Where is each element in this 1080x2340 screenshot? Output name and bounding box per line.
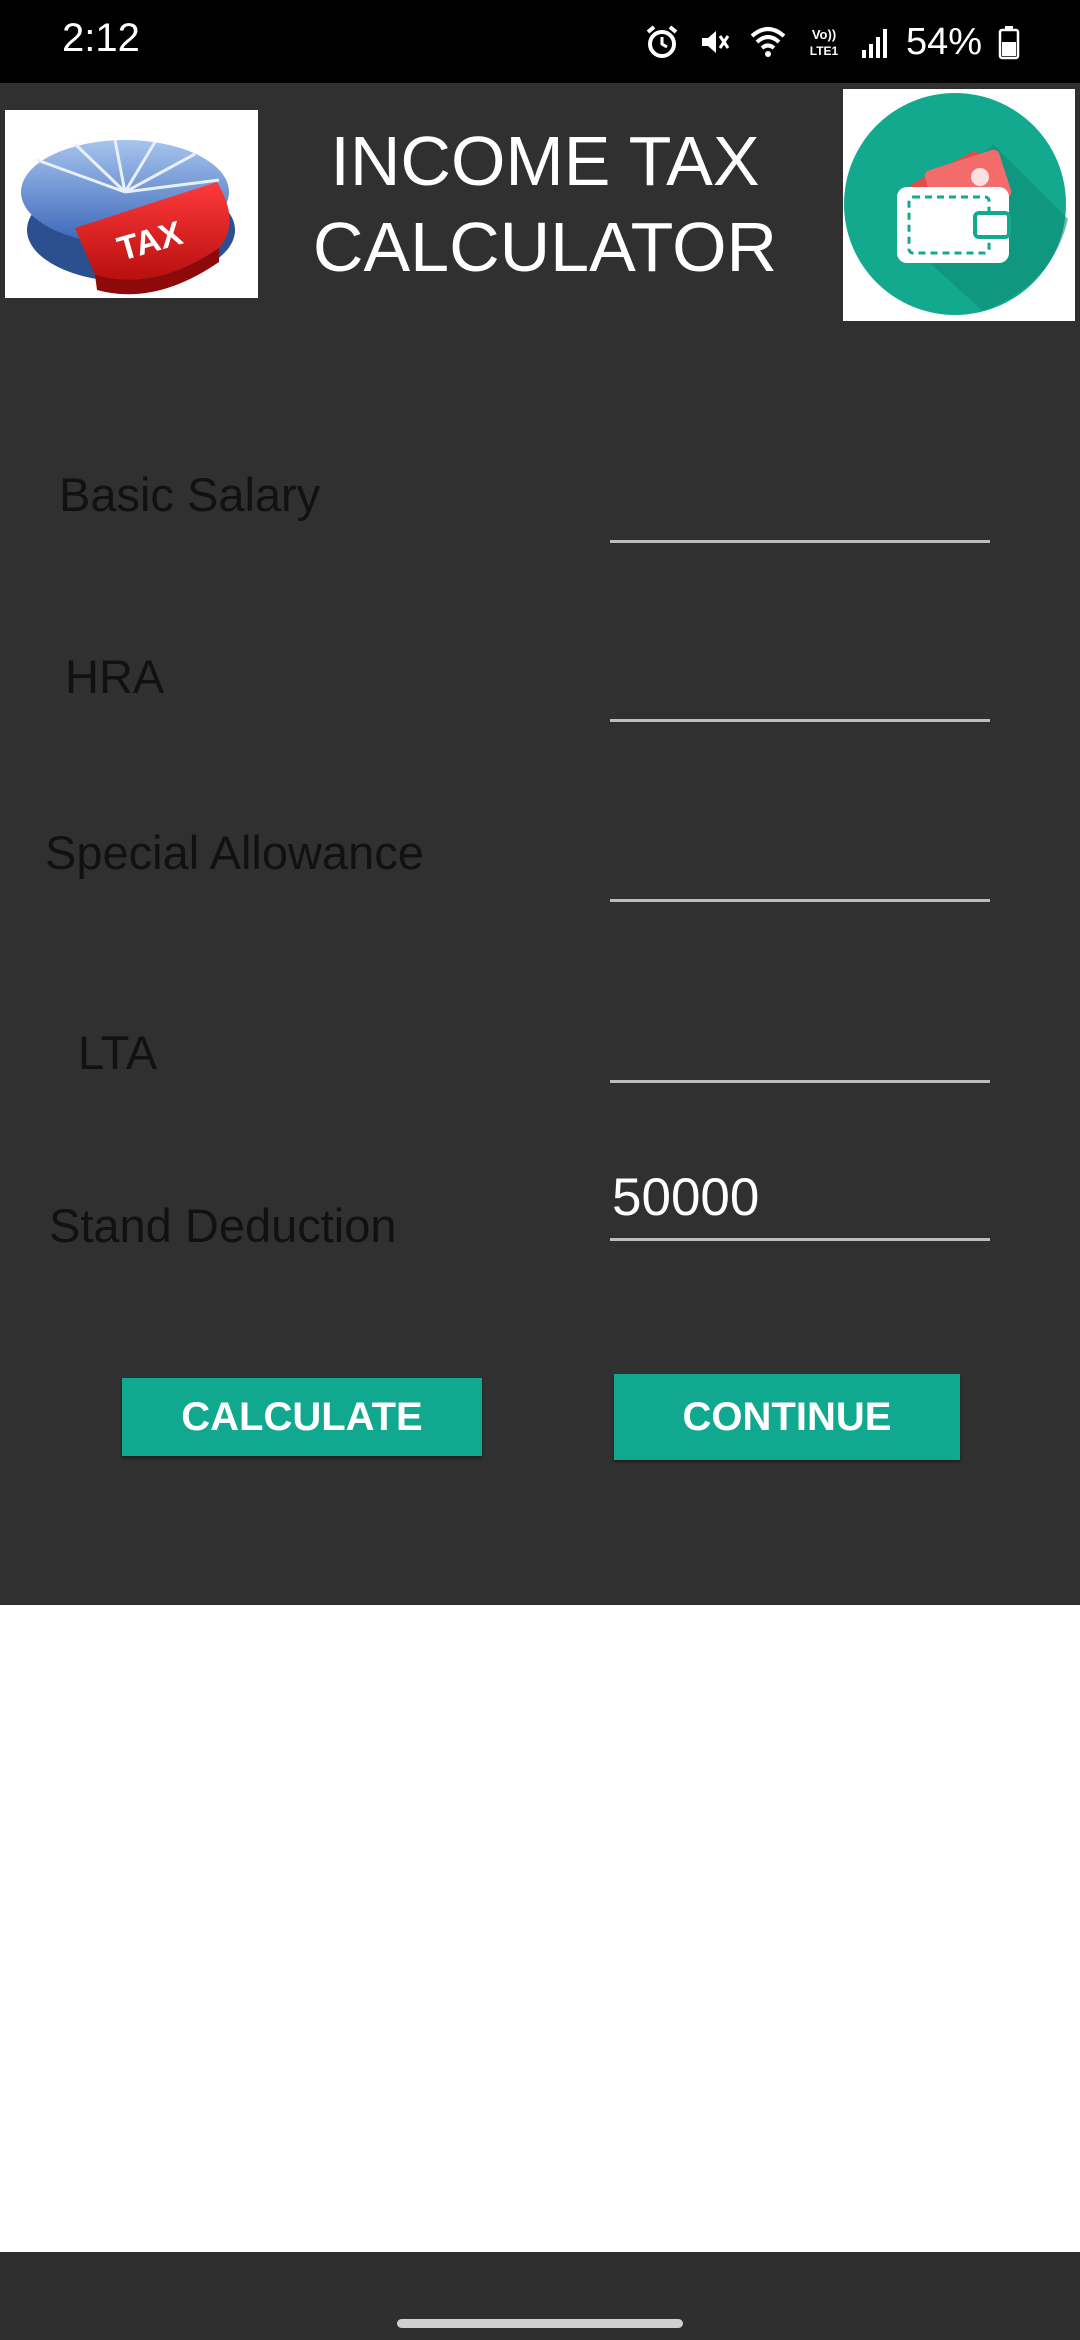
basic-salary-input[interactable] [612, 469, 982, 530]
svg-text:LTE1: LTE1 [810, 44, 839, 58]
special-allowance-input[interactable] [612, 828, 982, 889]
wallet-icon [843, 89, 1075, 321]
navigation-bar [0, 2252, 1080, 2340]
svg-text:Vo)): Vo)) [812, 27, 836, 42]
battery-icon [998, 24, 1020, 60]
signal-icon [860, 24, 890, 60]
lta-field[interactable] [610, 1000, 990, 1083]
app-title: INCOME TAX CALCULATOR [290, 118, 800, 290]
app-screen: TAX INCOME TAX CALCULATOR Basic Salary H… [0, 83, 1080, 1605]
app-title-line2: CALCULATOR [312, 208, 778, 286]
basic-salary-label: Basic Salary [59, 468, 321, 521]
special-allowance-label: Special Allowance [45, 826, 424, 879]
status-icons: Vo)) LTE1 54% [644, 14, 1020, 70]
special-allowance-field[interactable] [610, 819, 990, 902]
calculate-button[interactable]: CALCULATE [122, 1378, 482, 1456]
mute-vibrate-icon [696, 24, 732, 60]
stand-deduction-field[interactable] [610, 1158, 990, 1241]
hra-input[interactable] [612, 648, 982, 709]
volte-icon: Vo)) LTE1 [804, 24, 844, 60]
wifi-icon [748, 24, 788, 60]
tax-pie-chart-logo: TAX [5, 110, 258, 298]
status-time: 2:12 [62, 16, 140, 60]
stand-deduction-input[interactable] [612, 1167, 982, 1228]
home-gesture-handle[interactable] [397, 2319, 683, 2328]
continue-button[interactable]: CONTINUE [614, 1374, 960, 1460]
app-title-line1: INCOME TAX [330, 122, 760, 200]
alarm-icon [644, 24, 680, 60]
hra-field[interactable] [610, 639, 990, 722]
lta-label: LTA [78, 1026, 158, 1079]
battery-percent: 54% [905, 20, 982, 63]
stand-deduction-label: Stand Deduction [49, 1199, 397, 1252]
lta-input[interactable] [612, 1009, 982, 1070]
basic-salary-field[interactable] [610, 460, 990, 543]
status-bar: 2:12 Vo)) LTE1 54% [0, 0, 1080, 83]
hra-label: HRA [65, 650, 165, 703]
